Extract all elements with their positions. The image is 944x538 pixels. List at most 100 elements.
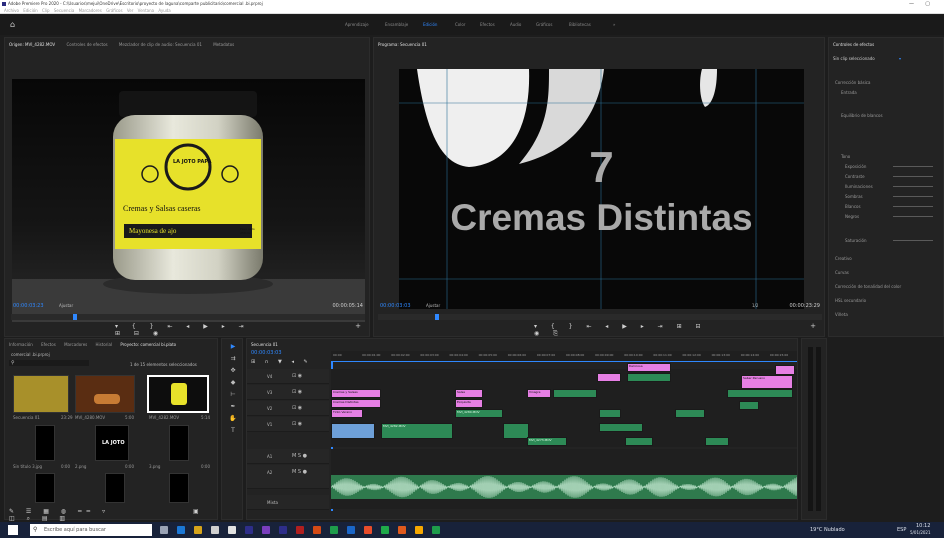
menu-ayuda[interactable]: Ayuda xyxy=(158,8,170,14)
menu-clip[interactable]: Clip xyxy=(42,8,50,14)
workspace-aprendizaje[interactable]: Aprendizaje xyxy=(345,22,369,27)
video-clip[interactable] xyxy=(331,423,375,439)
taskbar-search-input[interactable]: Escribe aquí para buscar xyxy=(30,524,152,536)
video-clip[interactable] xyxy=(675,409,705,418)
project-thumb[interactable]: LA JOTO xyxy=(95,425,129,461)
workspace-more[interactable]: » xyxy=(613,22,615,27)
source-transport-controls[interactable]: ▾ { } ⇤ ◂ ▶ ▸ ⇥ ⊞ ⊟ ◉ xyxy=(115,323,265,337)
spotify-icon[interactable] xyxy=(330,526,338,534)
program-transport-controls[interactable]: ▾ { } ⇤ ◂ ▶ ▸ ⇥ ⊞ ⊟ ◉ ⎘ xyxy=(534,323,714,338)
program-scale-dropdown[interactable]: 1/2 xyxy=(752,303,758,308)
program-timecode-in[interactable]: 00:00:03:03 xyxy=(380,303,411,309)
effects-row[interactable]: Negros xyxy=(845,214,859,219)
file-explorer-icon[interactable] xyxy=(194,526,202,534)
video-clip[interactable] xyxy=(627,373,671,382)
razor-tool-icon[interactable]: ◆ xyxy=(229,379,237,387)
source-fit-dropdown[interactable]: Ajustar xyxy=(59,303,73,308)
pdf-icon[interactable] xyxy=(296,526,304,534)
task-view-icon[interactable] xyxy=(160,526,168,534)
effects-tab[interactable]: Controles de efectos xyxy=(833,42,874,47)
clock-time[interactable]: 10:12 xyxy=(916,523,930,529)
office-icon[interactable] xyxy=(313,526,321,534)
effects-section[interactable]: Creativo xyxy=(835,256,852,261)
title-clip[interactable]: Saber Peruano xyxy=(741,375,793,389)
project-thumb[interactable] xyxy=(147,375,209,413)
effects-row[interactable]: Sombras xyxy=(845,194,863,199)
source-video-frame[interactable]: LA JOTO PAPA Cremas y Salsas caseras May… xyxy=(12,79,365,322)
menu-edicion[interactable]: Edición xyxy=(23,8,37,14)
excel-icon[interactable] xyxy=(381,526,389,534)
slider[interactable] xyxy=(893,216,933,217)
video-clip[interactable] xyxy=(727,389,793,398)
program-video-frame[interactable]: 7 Cremas Distintas xyxy=(399,69,804,309)
project-thumb[interactable] xyxy=(169,425,189,461)
effects-section[interactable]: Viñeta xyxy=(835,312,848,317)
source-scrubber[interactable] xyxy=(11,314,365,320)
effects-section[interactable]: HSL secundario xyxy=(835,298,866,303)
source-playhead[interactable] xyxy=(73,314,77,320)
video-clip[interactable] xyxy=(705,437,729,446)
track-header-v3[interactable]: V3 ⊡ ◉ xyxy=(247,385,329,400)
video-clip[interactable] xyxy=(553,389,597,398)
selection-tool-icon[interactable]: ▶ xyxy=(229,343,237,351)
whatsapp-icon[interactable] xyxy=(432,526,440,534)
program-scrubber[interactable] xyxy=(378,314,822,320)
workspace-color[interactable]: Color xyxy=(455,22,465,27)
effects-row[interactable]: Saturación xyxy=(845,238,866,243)
project-thumb[interactable] xyxy=(35,425,55,461)
video-clip[interactable] xyxy=(599,409,621,418)
effects-row[interactable]: Corrección básica xyxy=(835,80,870,85)
project-thumb[interactable] xyxy=(169,473,189,503)
premiere-icon[interactable] xyxy=(245,526,253,534)
menu-ventana[interactable]: Ventana xyxy=(138,8,154,14)
video-clip[interactable]: MVI_4273.MOV xyxy=(527,437,567,446)
project-search-input[interactable]: ⚲ xyxy=(9,360,89,366)
tab-project[interactable]: Proyecto: comercial bi.plato xyxy=(120,342,176,347)
pen-tool-icon[interactable]: ✒ xyxy=(229,403,237,411)
ripple-edit-tool-icon[interactable]: ✥ xyxy=(229,367,237,375)
title-clip[interactable] xyxy=(775,365,795,375)
effects-row[interactable]: Tono xyxy=(841,154,850,159)
timeline-tab[interactable]: Secuencia 01 xyxy=(251,342,278,347)
word-icon[interactable] xyxy=(347,526,355,534)
project-toolbar[interactable]: ✎ ☰ ▦ ◍ ━━ ▿ ▣ ◫ ⌕ ▤ ▥ xyxy=(9,508,217,523)
workspace-ensamblaje[interactable]: Ensamblaje xyxy=(385,22,408,27)
slider[interactable] xyxy=(893,206,933,207)
track-header-v1[interactable]: V1 ⊡ ◉ xyxy=(247,417,329,432)
slider[interactable] xyxy=(893,166,933,167)
effects-section[interactable]: Corrección de tonalidad del color xyxy=(835,284,901,289)
source-add-button-icon[interactable]: + xyxy=(355,322,361,330)
program-fit-dropdown[interactable]: Ajustar xyxy=(426,303,440,308)
track-header-v4[interactable]: V4 ⊡ ◉ xyxy=(247,369,329,384)
source-timecode-in[interactable]: 00:00:03:23 xyxy=(13,303,44,309)
track-header-v2[interactable]: V2 ⊡ ◉ xyxy=(247,401,329,416)
tab-metadata[interactable]: Metadatos xyxy=(213,42,234,47)
tab-history[interactable]: Historial xyxy=(96,342,113,347)
premiere-alt-icon[interactable] xyxy=(279,526,287,534)
video-clip[interactable] xyxy=(599,423,643,432)
workspace-audio[interactable]: Audio xyxy=(510,22,521,27)
tab-effect-controls[interactable]: Controles de efectos xyxy=(66,42,107,47)
project-thumb[interactable] xyxy=(13,375,69,413)
folder-icon[interactable] xyxy=(415,526,423,534)
title-clip[interactable]: Salsa xyxy=(455,389,483,398)
video-clip[interactable] xyxy=(503,423,529,439)
settings-icon[interactable] xyxy=(228,526,236,534)
slider[interactable] xyxy=(893,176,933,177)
effects-row[interactable]: Blancos xyxy=(845,204,861,209)
slip-tool-icon[interactable]: ⊢ xyxy=(229,391,237,399)
track-header-a1[interactable]: A1 M S ● xyxy=(247,449,329,464)
slider[interactable] xyxy=(893,240,933,241)
menu-secuencia[interactable]: Secuencia xyxy=(54,8,75,14)
onenote-icon[interactable] xyxy=(262,526,270,534)
maximize-button[interactable]: ▢ xyxy=(925,0,930,8)
menu-ver[interactable]: Ver xyxy=(127,8,134,14)
title-clip[interactable]: Tinto Verano xyxy=(331,409,363,418)
program-tab[interactable]: Programa: Secuencia 01 xyxy=(378,42,427,47)
track-header-master[interactable]: Mixta xyxy=(247,495,329,510)
timeline-tools[interactable]: ⊞ ∩ ▼ ◂ ✎ xyxy=(251,359,312,365)
workspace-edicion[interactable]: Edición xyxy=(423,22,437,27)
workspace-efectos[interactable]: Efectos xyxy=(480,22,495,27)
project-thumb[interactable] xyxy=(35,473,55,503)
minimize-button[interactable]: — xyxy=(909,0,914,8)
